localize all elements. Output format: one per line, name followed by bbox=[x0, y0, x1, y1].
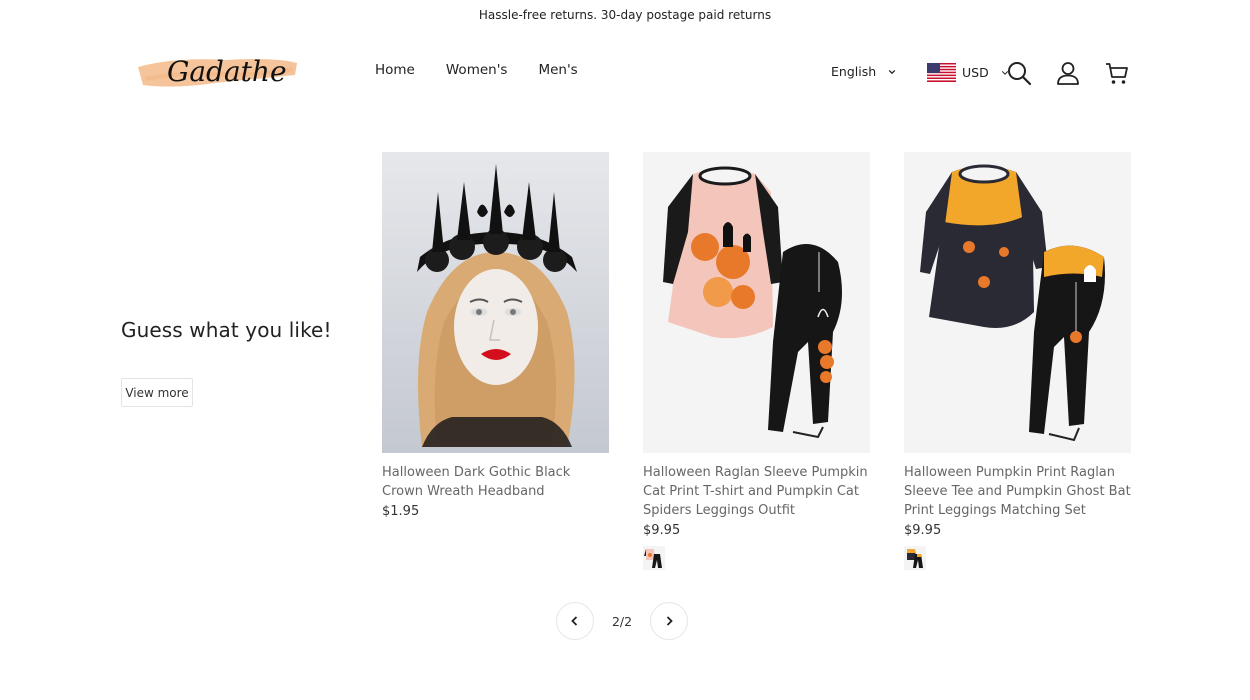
page-indicator: 2/2 bbox=[611, 613, 633, 629]
chevron-down-icon bbox=[888, 69, 896, 74]
view-more-button[interactable]: View more bbox=[121, 378, 193, 407]
product-price: $1.95 bbox=[382, 504, 420, 519]
prev-page-button[interactable] bbox=[556, 602, 594, 640]
color-swatch[interactable] bbox=[904, 546, 926, 570]
logo-graphic: Gadathe bbox=[138, 55, 297, 88]
product-card[interactable]: Halloween Pumpkin Print Raglan Sleeve Te… bbox=[904, 152, 1131, 570]
carousel-pagination: 2/2 bbox=[556, 602, 688, 640]
search-button[interactable] bbox=[1006, 60, 1032, 86]
product-title[interactable]: Halloween Raglan Sleeve Pumpkin Cat Prin… bbox=[643, 463, 870, 520]
currency-selector[interactable]: USD bbox=[927, 63, 1009, 82]
cart-button[interactable] bbox=[1104, 60, 1130, 86]
chevron-right-icon bbox=[666, 616, 673, 626]
color-swatch[interactable] bbox=[643, 546, 665, 570]
product-price: $9.95 bbox=[643, 523, 681, 538]
cart-icon bbox=[1106, 63, 1128, 84]
nav-womens[interactable]: Women's bbox=[446, 62, 508, 78]
svg-text:Gadathe: Gadathe bbox=[167, 55, 287, 88]
product-image[interactable] bbox=[643, 152, 870, 453]
promo-block: Guess what you like! bbox=[121, 318, 332, 342]
product-card[interactable]: Halloween Raglan Sleeve Pumpkin Cat Prin… bbox=[643, 152, 870, 570]
language-selector[interactable]: English bbox=[831, 64, 896, 79]
product-photo-pumpkin-cat-outfit bbox=[643, 152, 870, 453]
language-label: English bbox=[831, 64, 877, 79]
announcement-text: Hassle-free returns. 30-day postage paid… bbox=[478, 8, 772, 22]
nav-home[interactable]: Home bbox=[375, 62, 415, 78]
product-photo-crown-headband bbox=[382, 152, 609, 453]
product-card[interactable]: Halloween Dark Gothic Black Crown Wreath… bbox=[382, 152, 609, 519]
chevron-left-icon bbox=[571, 616, 578, 626]
us-flag-icon bbox=[927, 63, 956, 82]
brand-logo[interactable]: Gadathe bbox=[135, 45, 300, 100]
product-image[interactable] bbox=[904, 152, 1131, 453]
swatch-thumbnail bbox=[904, 546, 926, 570]
account-button[interactable] bbox=[1055, 60, 1081, 86]
product-title[interactable]: Halloween Dark Gothic Black Crown Wreath… bbox=[382, 463, 609, 501]
product-image[interactable] bbox=[382, 152, 609, 453]
product-price: $9.95 bbox=[904, 523, 942, 538]
search-icon bbox=[1008, 62, 1032, 86]
currency-label: USD bbox=[962, 65, 989, 80]
product-title[interactable]: Halloween Pumpkin Print Raglan Sleeve Te… bbox=[904, 463, 1131, 520]
promo-heading: Guess what you like! bbox=[121, 318, 332, 342]
nav-mens[interactable]: Men's bbox=[538, 62, 577, 78]
main-nav: Home Women's Men's bbox=[375, 62, 609, 78]
next-page-button[interactable] bbox=[650, 602, 688, 640]
user-icon bbox=[1057, 62, 1079, 85]
swatch-thumbnail bbox=[643, 546, 665, 570]
announcement-bar: Hassle-free returns. 30-day postage paid… bbox=[0, 0, 1250, 30]
product-photo-pumpkin-ghost-set bbox=[904, 152, 1131, 453]
